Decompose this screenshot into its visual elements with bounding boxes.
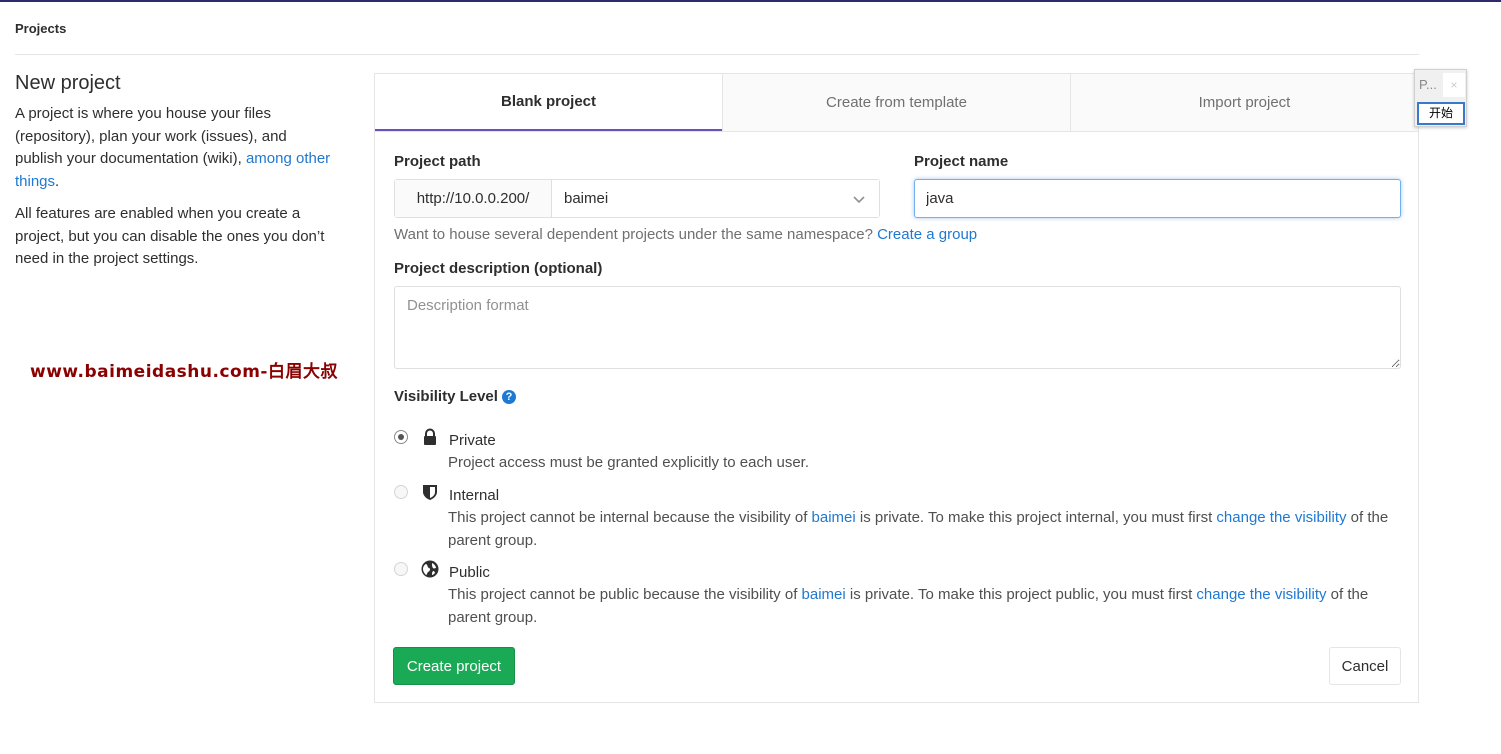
project-name-input[interactable] bbox=[914, 179, 1401, 218]
project-description-textarea[interactable] bbox=[394, 286, 1401, 369]
path-prefix: http://10.0.0.200/ bbox=[395, 180, 552, 217]
tab-create-from-template[interactable]: Create from template bbox=[722, 74, 1070, 131]
intro-paragraph-2: All features are enabled when you create… bbox=[15, 205, 325, 267]
widget-start-button[interactable]: 开始 bbox=[1417, 102, 1465, 125]
internal-desc-b: is private. To make this project interna… bbox=[855, 509, 1217, 526]
tab-import-project[interactable]: Import project bbox=[1070, 74, 1418, 131]
tab-blank-project[interactable]: Blank project bbox=[375, 74, 722, 131]
intro-paragraph-1: A project is where you house your files … bbox=[15, 103, 335, 193]
shield-icon bbox=[423, 485, 437, 500]
namespace-hint: Want to house several dependent projects… bbox=[394, 226, 977, 243]
visibility-public-title: Public bbox=[449, 564, 490, 581]
help-icon[interactable]: ? bbox=[501, 390, 516, 404]
globe-icon bbox=[421, 560, 439, 578]
public-desc-b: is private. To make this project public,… bbox=[845, 586, 1197, 603]
visibility-level-text: Visibility Level bbox=[394, 388, 498, 405]
visibility-private-radio[interactable] bbox=[394, 430, 408, 444]
breadcrumb[interactable]: Projects bbox=[15, 21, 66, 36]
widget-title: P... bbox=[1419, 77, 1437, 92]
visibility-public-radio[interactable] bbox=[394, 562, 408, 576]
project-path-group: http://10.0.0.200/ baimei bbox=[394, 179, 880, 218]
intro-text-end: . bbox=[55, 172, 60, 190]
visibility-internal-radio[interactable] bbox=[394, 485, 408, 499]
project-tabs: Blank project Create from template Impor… bbox=[375, 74, 1418, 132]
public-desc-a: This project cannot be public because th… bbox=[448, 586, 802, 603]
internal-change-visibility-link[interactable]: change the visibility bbox=[1216, 509, 1346, 526]
visibility-internal-description: This project cannot be internal because … bbox=[448, 507, 1408, 552]
visibility-private-title: Private bbox=[449, 432, 496, 449]
lock-icon bbox=[424, 428, 436, 445]
top-bar-line bbox=[0, 0, 1501, 2]
close-icon[interactable]: × bbox=[1443, 73, 1465, 97]
cancel-button[interactable]: Cancel bbox=[1329, 647, 1401, 685]
watermark-text: www.baimeidashu.com-白眉大叔 bbox=[30, 362, 338, 382]
hint-text: Want to house several dependent projects… bbox=[394, 226, 878, 243]
intro-section: New project A project is where you house… bbox=[15, 72, 335, 281]
divider bbox=[15, 54, 1419, 55]
visibility-level-label: Visibility Level? bbox=[394, 388, 516, 405]
floating-widget: P... × 开始 bbox=[1414, 69, 1467, 127]
visibility-private-description: Project access must be granted explicitl… bbox=[448, 454, 810, 471]
namespace-select[interactable]: baimei bbox=[552, 180, 879, 217]
project-description-label: Project description (optional) bbox=[394, 260, 603, 277]
chevron-down-icon bbox=[853, 195, 865, 203]
visibility-public-description: This project cannot be public because th… bbox=[448, 584, 1408, 629]
create-project-button[interactable]: Create project bbox=[393, 647, 515, 685]
internal-group-link[interactable]: baimei bbox=[812, 509, 856, 526]
project-path-label: Project path bbox=[394, 153, 481, 170]
new-project-panel: Blank project Create from template Impor… bbox=[374, 73, 1419, 703]
visibility-internal-title: Internal bbox=[449, 487, 500, 504]
public-group-link[interactable]: baimei bbox=[802, 586, 846, 603]
public-change-visibility-link[interactable]: change the visibility bbox=[1196, 586, 1326, 603]
page-title: New project bbox=[15, 72, 121, 94]
internal-desc-a: This project cannot be internal because … bbox=[448, 509, 812, 526]
project-name-label: Project name bbox=[914, 153, 1009, 170]
namespace-value: baimei bbox=[564, 190, 609, 207]
create-group-link[interactable]: Create a group bbox=[877, 226, 977, 243]
